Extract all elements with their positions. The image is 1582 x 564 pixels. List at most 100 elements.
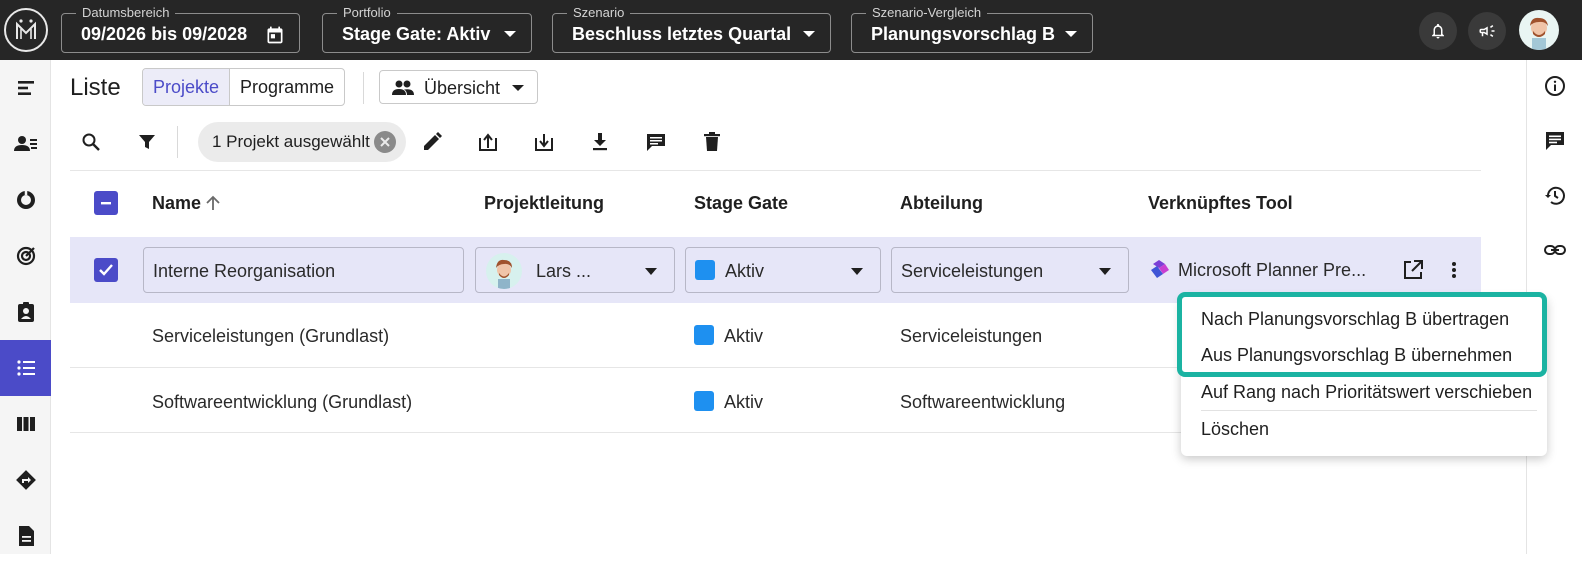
department-value[interactable]: Serviceleistungen <box>900 325 1042 347</box>
divider <box>363 72 364 104</box>
view-select-button[interactable]: Übersicht <box>379 70 538 104</box>
scenario-select[interactable]: Szenario Beschluss letztes Quartal <box>552 6 831 53</box>
links-button[interactable] <box>1527 230 1582 270</box>
chevron-down-icon <box>512 85 524 91</box>
delete-icon <box>704 132 720 151</box>
more-vertical-icon[interactable] <box>1446 260 1462 280</box>
donut-chart-icon <box>16 191 35 209</box>
avatar <box>486 253 522 289</box>
portfolio-value: Stage Gate: Aktiv <box>342 24 491 44</box>
nav-documents[interactable] <box>0 508 51 564</box>
menu-item-move-by-priority[interactable]: Auf Rang nach Prioritätswert verschieben <box>1201 381 1532 403</box>
nav-hierarchy[interactable] <box>0 60 51 116</box>
tab-programme[interactable]: Programme <box>230 69 344 105</box>
name-input[interactable]: Interne Reorganisation <box>143 247 464 293</box>
clipboard-icon <box>17 302 34 322</box>
export-button[interactable] <box>470 124 506 160</box>
chevron-down-icon <box>645 268 657 275</box>
nav-team[interactable] <box>0 116 51 172</box>
row-name[interactable]: Serviceleistungen (Grundlast) <box>152 325 389 347</box>
portfolio-select[interactable]: Portfolio Stage Gate: Aktiv <box>322 6 532 53</box>
select-all-checkbox[interactable] <box>94 191 118 215</box>
column-header-name[interactable]: Name <box>152 192 201 214</box>
chevron-down-icon <box>851 268 863 275</box>
stage-gate-color-swatch <box>695 260 715 280</box>
stage-gate-select[interactable]: Aktiv <box>685 247 881 293</box>
document-icon <box>18 526 34 546</box>
close-icon <box>380 137 390 147</box>
announcements-button[interactable] <box>1468 12 1506 50</box>
nav-list[interactable] <box>0 340 51 396</box>
left-sidebar <box>0 60 51 554</box>
portfolio-label: Portfolio <box>337 6 397 20</box>
date-range-field[interactable]: Datumsbereich 09/2026 bis 09/2028 <box>61 6 300 53</box>
nav-assignments[interactable] <box>0 284 51 340</box>
tool-name[interactable]: Microsoft Planner Pre... <box>1178 259 1366 281</box>
filter-icon <box>139 135 155 149</box>
roadmap-icon <box>15 470 36 490</box>
comment-icon <box>647 134 665 151</box>
people-icon <box>392 80 414 95</box>
open-external-icon[interactable] <box>1402 259 1424 281</box>
history-icon <box>1545 186 1565 205</box>
stage-gate-color-swatch <box>694 391 714 411</box>
comments-button[interactable] <box>1527 121 1582 161</box>
scenario-compare-select[interactable]: Szenario-Vergleich Planungsvorschlag B <box>851 6 1093 53</box>
import-button[interactable] <box>526 124 562 160</box>
notifications-button[interactable] <box>1419 12 1457 50</box>
search-button[interactable] <box>73 124 109 160</box>
logo-icon <box>16 19 36 39</box>
download-button[interactable] <box>582 124 618 160</box>
top-bar: Datumsbereich 09/2026 bis 09/2028 Portfo… <box>0 0 1582 60</box>
check-icon <box>99 264 113 276</box>
info-icon <box>1545 76 1565 96</box>
scenario-compare-value: Planungsvorschlag B <box>871 24 1056 44</box>
column-header-lead[interactable]: Projektleitung <box>484 192 604 214</box>
name-value: Interne Reorganisation <box>153 261 336 281</box>
row-name[interactable]: Softwareentwicklung (Grundlast) <box>152 391 412 413</box>
edit-button[interactable] <box>414 124 450 160</box>
nav-roadmap[interactable] <box>0 452 51 508</box>
app-logo[interactable] <box>4 8 48 52</box>
download-icon <box>593 133 607 151</box>
target-icon <box>16 246 35 266</box>
clear-selection-button[interactable] <box>374 131 396 153</box>
indeterminate-icon <box>101 202 111 205</box>
import-icon <box>535 134 553 151</box>
comment-button[interactable] <box>638 124 674 160</box>
menu-item-delete[interactable]: Löschen <box>1201 418 1269 440</box>
column-header-tool[interactable]: Verknüpftes Tool <box>1148 192 1293 214</box>
page-title: Liste <box>70 74 121 101</box>
team-icon <box>13 136 37 151</box>
tab-projekte[interactable]: Projekte <box>143 69 231 105</box>
department-value: Serviceleistungen <box>901 261 1044 281</box>
column-header-stage-gate[interactable]: Stage Gate <box>694 192 788 214</box>
view-tabs: Projekte Programme <box>142 68 346 106</box>
toolbar-divider <box>70 170 1481 171</box>
column-header-department[interactable]: Abteilung <box>900 192 983 214</box>
search-icon <box>82 133 100 151</box>
department-select[interactable]: Serviceleistungen <box>891 247 1129 293</box>
stage-gate-value[interactable]: Aktiv <box>724 325 763 347</box>
chevron-down-icon <box>1099 268 1111 275</box>
nav-analytics[interactable] <box>0 172 51 228</box>
lead-select[interactable]: Lars ... <box>475 247 675 293</box>
calendar-icon[interactable] <box>265 25 285 50</box>
selection-chip-label: 1 Projekt ausgewählt <box>212 132 370 151</box>
stage-gate-value[interactable]: Aktiv <box>724 391 763 413</box>
delete-button[interactable] <box>694 124 730 160</box>
nav-goals[interactable] <box>0 228 51 284</box>
divider <box>177 126 178 158</box>
sort-ascending-icon[interactable] <box>204 194 222 212</box>
scenario-compare-label: Szenario-Vergleich <box>866 6 988 20</box>
row-checkbox[interactable] <box>94 258 118 282</box>
nav-board[interactable] <box>0 396 51 452</box>
menu-divider <box>1201 410 1537 411</box>
history-button[interactable] <box>1527 176 1582 216</box>
department-value[interactable]: Softwareentwicklung <box>900 391 1065 413</box>
chevron-down-icon <box>503 27 517 46</box>
filter-button[interactable] <box>129 124 165 160</box>
user-avatar[interactable] <box>1519 10 1559 50</box>
lead-value: Lars ... <box>536 261 592 281</box>
info-button[interactable] <box>1527 66 1582 106</box>
